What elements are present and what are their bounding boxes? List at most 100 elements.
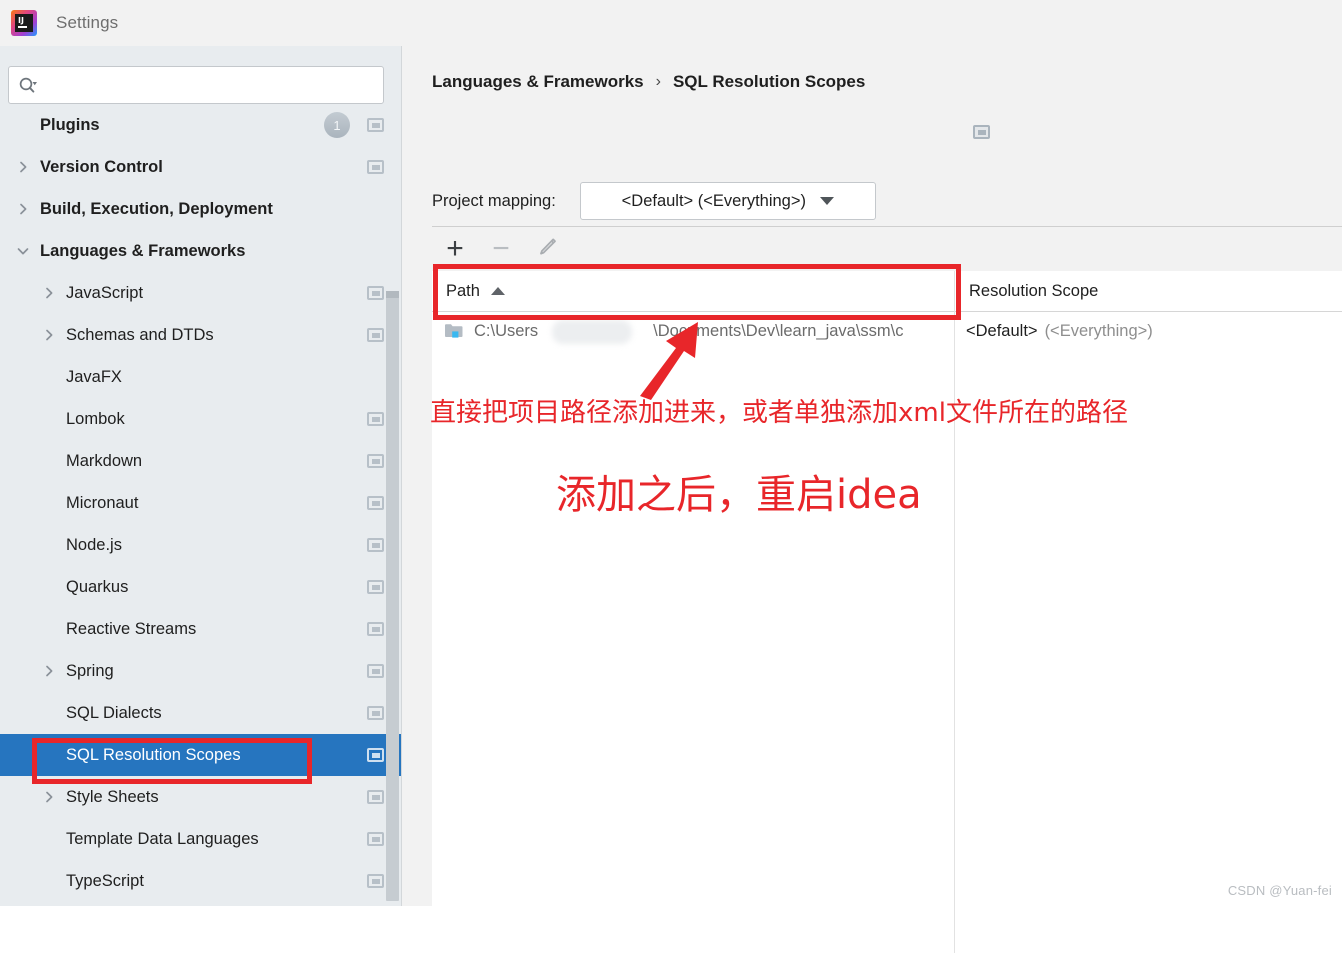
sidebar-scrollbar-cap [386,291,399,298]
breadcrumb-separator: › [655,73,661,90]
sidebar-item-lombok[interactable]: Lombok [0,398,402,440]
row-scope-secondary: (<Everything>) [1044,321,1153,340]
settings-page-icon[interactable] [367,412,384,426]
sidebar-item-typescript[interactable]: TypeScript [0,860,402,902]
annotation-text-line2: 添加之后，重启idea [556,472,922,518]
breadcrumb-parent[interactable]: Languages & Frameworks [432,72,644,92]
chevron-right-icon [38,286,60,300]
chevron-right-icon [38,328,60,342]
watermark: CSDN @Yuan-fei [1227,883,1332,898]
sidebar-item-plugins[interactable]: Plugins 1 [0,110,402,146]
folder-icon [444,322,464,345]
sidebar-item-micronaut[interactable]: Micronaut [0,482,402,524]
sidebar-scrollbar-thumb[interactable] [386,291,399,901]
annotation-text-line1: 直接把项目路径添加进来，或者单独添加xml文件所在的路径 [430,398,1128,428]
settings-page-icon[interactable] [367,664,384,678]
table-row[interactable]: C:\Users \Documents\Dev\learn_java\ssm\c… [432,311,1342,351]
settings-sidebar: Plugins 1 Version Control Build, Execution,… [0,46,402,906]
sidebar-item-label: Schemas and DTDs [66,325,214,344]
sidebar-item-label: Markdown [66,451,143,470]
sidebar-item-quarkus[interactable]: Quarkus [0,566,402,608]
sidebar-item-template-data-languages[interactable]: Template Data Languages [0,818,402,860]
column-header-scope[interactable]: Resolution Scope [969,271,1098,311]
sidebar-item-sql-resolution-scopes[interactable]: SQL Resolution Scopes [0,734,402,776]
sidebar-item-javascript[interactable]: JavaScript [0,272,402,314]
table-toolbar: + − [432,227,1342,272]
settings-page-icon[interactable] [367,118,384,132]
settings-page-icon[interactable] [367,538,384,552]
sidebar-item-node-js[interactable]: Node.js [0,524,402,566]
sidebar-item-sql-dialects[interactable]: SQL Dialects [0,692,402,734]
sort-ascending-icon [490,287,505,295]
column-header-path[interactable]: Path [446,271,505,311]
settings-page-icon[interactable] [367,160,384,174]
column-divider[interactable] [954,271,955,953]
breadcrumb: Languages & Frameworks › SQL Resolution … [432,72,865,92]
sidebar-item-label: Plugins [40,115,100,134]
annotation-arrow [620,310,730,405]
window-title: Settings [56,13,119,32]
settings-page-icon[interactable] [367,748,384,762]
add-button[interactable]: + [432,227,478,271]
search-box[interactable] [8,66,384,104]
sidebar-item-schemas-and-dtds[interactable]: Schemas and DTDs [0,314,402,356]
chevron-right-icon [12,202,34,216]
settings-page-icon[interactable] [367,874,384,888]
project-mapping-dropdown[interactable]: <Default> (<Everything>) [579,182,876,220]
sidebar-item-spring[interactable]: Spring [0,650,402,692]
row-scope-primary: <Default> [966,321,1038,340]
sidebar-item-badge: 1 [324,112,350,138]
sidebar-item-version-control[interactable]: Version Control [0,146,402,188]
column-header-path-label: Path [446,281,480,300]
sidebar-item-label: Micronaut [66,493,139,512]
sidebar-item-label: Reactive Streams [66,619,197,638]
breadcrumb-current: SQL Resolution Scopes [672,72,866,91]
search-icon [18,76,38,94]
search-input[interactable] [42,77,362,93]
sidebar-item-javafx[interactable]: JavaFX [0,356,402,398]
edit-button[interactable] [524,227,570,271]
settings-tree: Plugins 1 Version Control Build, Execution,… [0,110,402,906]
settings-window: IJ Settings Plugins 1 Version Control Build… [0,0,1342,953]
sidebar-item-languages-frameworks[interactable]: Languages & Frameworks [0,230,402,272]
project-mapping-label: Project mapping: [432,191,556,210]
row-scope: <Default> (<Everything>) [966,311,1153,351]
title-bar: IJ Settings [0,0,1342,47]
sidebar-item-label: SQL Resolution Scopes [66,745,241,764]
remove-button[interactable]: − [478,227,524,271]
sidebar-item-label: TypeScript [66,871,144,890]
row-path-prefix: C:\Users [474,321,539,340]
sidebar-item-label: Spring [66,661,114,680]
project-mapping-row: Project mapping: <Default> (<Everything>… [432,182,876,220]
breadcrumb-settings-icon[interactable] [973,125,990,139]
svg-text:IJ: IJ [18,16,24,25]
sidebar-item-label: JavaScript [66,283,144,302]
column-header-scope-label: Resolution Scope [969,281,1099,300]
project-mapping-value: <Default> (<Everything>) [621,191,806,210]
settings-page-icon[interactable] [367,706,384,720]
settings-page-icon[interactable] [367,328,384,342]
settings-page-icon[interactable] [367,790,384,804]
sidebar-item-style-sheets[interactable]: Style Sheets [0,776,402,818]
settings-page-icon[interactable] [367,286,384,300]
pencil-icon [535,235,559,263]
sidebar-item-build-execution-deployment[interactable]: Build, Execution, Deployment [0,188,402,230]
sidebar-item-label: Template Data Languages [66,829,259,848]
sidebar-item-markdown[interactable]: Markdown [0,440,402,482]
chevron-right-icon [12,160,34,174]
sidebar-item-reactive-streams[interactable]: Reactive Streams [0,608,402,650]
settings-page-icon[interactable] [367,496,384,510]
sidebar-item-label: JavaFX [66,367,122,386]
chevron-down-icon [820,197,834,205]
settings-page-icon[interactable] [367,454,384,468]
sidebar-item-label: Quarkus [66,577,129,596]
sidebar-item-label: Build, Execution, Deployment [40,199,273,218]
chevron-down-icon [12,244,34,258]
intellij-idea-logo-icon: IJ [10,9,38,37]
settings-page-icon[interactable] [367,622,384,636]
sidebar-item-label: SQL Dialects [66,703,162,722]
chevron-right-icon [38,790,60,804]
settings-page-icon[interactable] [367,580,384,594]
settings-page-icon[interactable] [367,832,384,846]
chevron-right-icon [38,664,60,678]
